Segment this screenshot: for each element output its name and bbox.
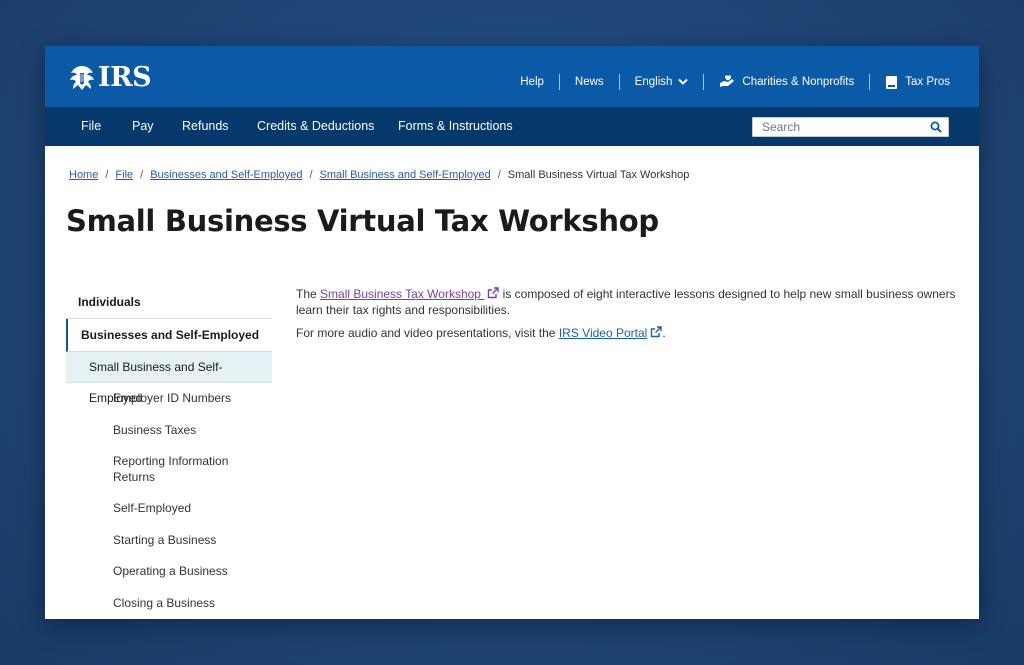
video-suffix: . [662, 326, 666, 340]
breadcrumb-separator: / [497, 169, 501, 181]
tax-pros-link-label: Tax Pros [905, 76, 950, 88]
main-content: The Small Business Tax Workshop is compo… [296, 287, 956, 350]
workshop-link-label: Small Business Tax Workshop [320, 287, 485, 301]
book-icon [886, 75, 898, 89]
external-link-icon [488, 287, 500, 299]
sidebar-nav: Individuals Businesses and Self-Employed… [66, 286, 272, 619]
page-title: Small Business Virtual Tax Workshop [66, 204, 659, 238]
video-paragraph: For more audio and video presentations, … [296, 326, 956, 342]
charities-link[interactable]: Charities & Nonprofits [704, 74, 869, 90]
intro-prefix: The [296, 287, 321, 301]
sidebar-item-businesses[interactable]: Businesses and Self-Employed [66, 319, 272, 352]
news-link[interactable]: News [560, 74, 619, 90]
sidebar-item-closing-business[interactable]: Closing a Business [66, 588, 272, 620]
hand-heart-icon [720, 75, 735, 87]
breadcrumb-home[interactable]: Home [69, 169, 98, 181]
tax-pros-link[interactable]: Tax Pros [870, 74, 950, 90]
nav-refunds[interactable]: Refunds [182, 107, 229, 146]
eagle-icon [70, 66, 94, 90]
help-link-label: Help [520, 76, 544, 88]
nav-pay[interactable]: Pay [132, 107, 154, 146]
intro-paragraph: The Small Business Tax Workshop is compo… [296, 287, 956, 318]
help-link[interactable]: Help [505, 74, 559, 90]
video-portal-link[interactable]: IRS Video Portal [559, 326, 663, 340]
search-box [752, 117, 949, 137]
external-link-icon [651, 326, 663, 338]
language-dropdown[interactable]: English [620, 74, 704, 90]
workshop-link[interactable]: Small Business Tax Workshop [320, 287, 500, 301]
breadcrumb: Home / File / Businesses and Self-Employ… [69, 169, 689, 181]
sidebar-item-starting-business[interactable]: Starting a Business [66, 525, 272, 557]
browser-page: IRS Help News English Charities & Nonpro… [45, 46, 979, 619]
nav-forms-instructions[interactable]: Forms & Instructions [398, 107, 513, 146]
sidebar-item-small-business[interactable]: Small Business and Self-Employed [66, 352, 272, 405]
utility-nav: Help News English Charities & Nonprofits [505, 71, 950, 93]
breadcrumb-separator: / [105, 169, 109, 181]
video-portal-link-label: IRS Video Portal [558, 326, 648, 340]
sidebar-item-self-employed[interactable]: Self-Employed [66, 493, 272, 525]
breadcrumb-separator: / [140, 169, 144, 181]
language-label: English [634, 76, 673, 88]
sidebar-item-individuals[interactable]: Individuals [66, 286, 272, 319]
search-input[interactable] [753, 118, 923, 136]
sidebar-item-operating-business[interactable]: Operating a Business [66, 556, 272, 588]
irs-logo[interactable]: IRS [67, 62, 152, 93]
sidebar-item-employer-id[interactable]: Employer ID Numbers [66, 383, 272, 415]
nav-credits-deductions[interactable]: Credits & Deductions [257, 107, 374, 146]
breadcrumb-businesses[interactable]: Businesses and Self-Employed [150, 169, 302, 181]
breadcrumb-small-business[interactable]: Small Business and Self-Employed [320, 169, 491, 181]
charities-link-label: Charities & Nonprofits [742, 76, 855, 88]
breadcrumb-file[interactable]: File [115, 169, 133, 181]
nav-file[interactable]: File [81, 107, 101, 146]
logo-text: IRS [98, 62, 152, 93]
video-prefix: For more audio and video presentations, … [296, 326, 559, 340]
site-header: IRS Help News English Charities & Nonpro… [45, 46, 979, 107]
main-nav: File Pay Refunds Credits & Deductions Fo… [45, 107, 979, 146]
sidebar-item-reporting-returns[interactable]: Reporting Information Returns [66, 446, 272, 493]
sidebar-item-business-taxes[interactable]: Business Taxes [66, 415, 272, 447]
news-link-label: News [574, 76, 604, 88]
breadcrumb-current: Small Business Virtual Tax Workshop [507, 169, 690, 181]
breadcrumb-separator: / [309, 169, 313, 181]
chevron-down-icon [678, 78, 689, 85]
search-icon[interactable] [930, 121, 942, 133]
